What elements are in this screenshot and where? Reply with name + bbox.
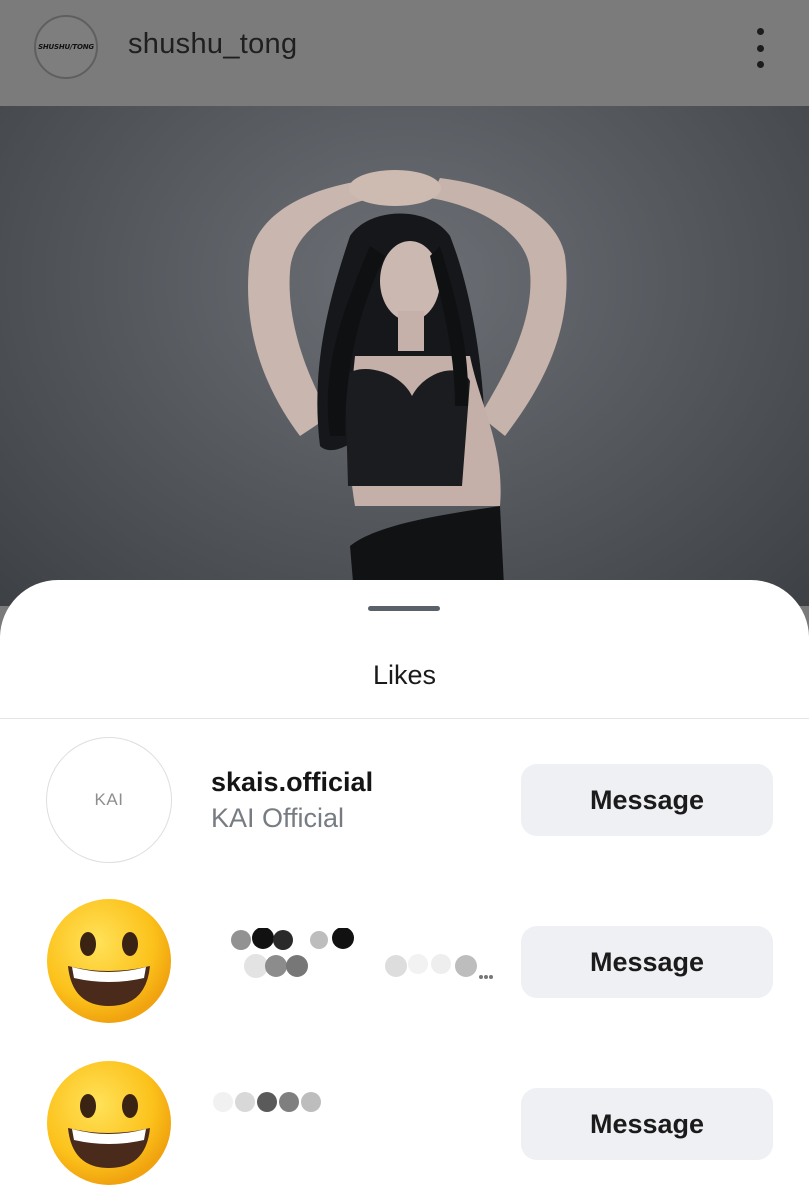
user-avatar[interactable]: KAI [46,737,172,863]
blurred-username [213,1092,321,1112]
sheet-title: Likes [372,660,437,690]
like-row[interactable]: Message [0,1060,809,1190]
divider [0,718,809,719]
avatar-initials: KAI [94,790,124,809]
kebab-menu-icon[interactable] [748,28,772,68]
like-row[interactable]: Message [0,898,809,1028]
post-photo [0,106,809,606]
post-username[interactable]: shushu_tong [128,28,297,61]
likes-sheet: Likes KAI skais.official KAI Official Me… [0,580,809,1200]
dancer-photo [248,170,567,606]
like-row[interactable]: KAI skais.official KAI Official Message [0,737,809,867]
post-header: SHUSHU/TONG shushu_tong [0,0,809,106]
drag-handle[interactable] [368,606,440,611]
avatar-logo-text: SHUSHU/TONG [38,43,94,51]
message-button[interactable]: Message [521,1088,773,1160]
profile-avatar[interactable]: SHUSHU/TONG [34,15,98,79]
smiling-emoji-icon[interactable] [46,1060,172,1186]
message-button[interactable]: Message [521,764,773,836]
user-username[interactable]: skais.official [211,767,373,798]
smiling-emoji-icon[interactable] [46,898,172,1024]
message-button[interactable]: Message [521,926,773,998]
blurred-username [231,928,493,979]
user-display-name: KAI Official [211,803,345,833]
